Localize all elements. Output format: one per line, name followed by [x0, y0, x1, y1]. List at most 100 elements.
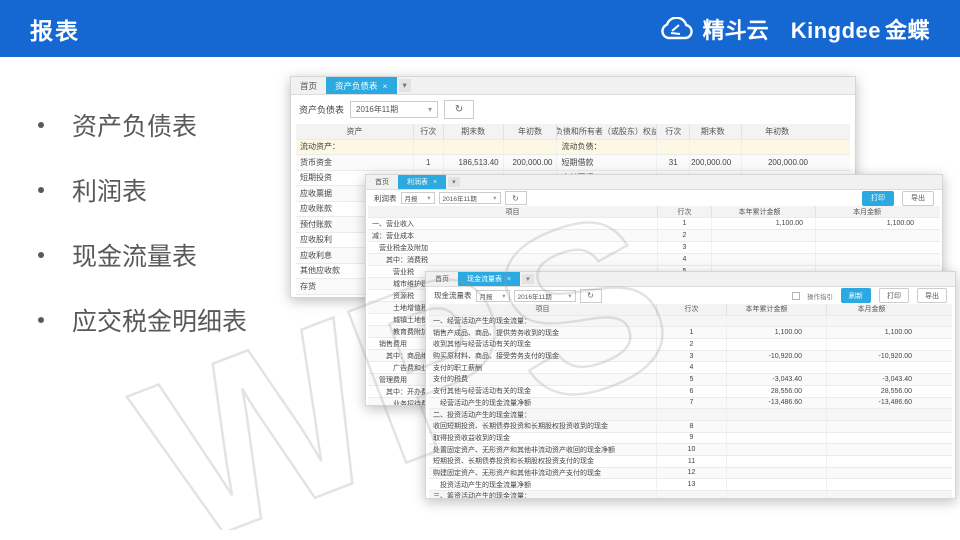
- period-select[interactable]: 2016年11期 ▾: [514, 290, 576, 302]
- table-cell: -13,486.60: [727, 398, 827, 409]
- period-type-value: 月报: [405, 193, 418, 203]
- list-item: 应交税金明细表: [38, 287, 247, 352]
- bullet-label: 资产负债表: [72, 107, 197, 143]
- table-cell: [827, 456, 952, 467]
- table-cell: 28,556.00: [827, 386, 952, 397]
- table-row[interactable]: 支付的税费5-3,043.40-3,043.40: [429, 374, 952, 386]
- table-cell: [727, 468, 827, 479]
- table-cell: 12: [657, 468, 727, 479]
- table-cell: 3: [658, 242, 712, 253]
- table-row[interactable]: 流动资产：流动负债：: [296, 140, 850, 156]
- report-title: 资产负债表: [299, 103, 344, 116]
- table-cell: 支付的税费: [429, 374, 657, 385]
- table-row[interactable]: 减：营业成本2: [368, 230, 940, 242]
- table-cell: 1,100.00: [816, 218, 940, 229]
- table-cell: 收到其他与经营活动有关的现金: [429, 339, 657, 350]
- bullet-icon: [38, 187, 44, 193]
- refresh-button[interactable]: ↻: [505, 191, 527, 205]
- table-row[interactable]: 取得投资收益收到的现金9: [429, 433, 952, 445]
- table-cell: [712, 254, 816, 265]
- operation-guide-checkbox[interactable]: [792, 292, 800, 300]
- table-cell: 1: [657, 327, 727, 338]
- period-type-select[interactable]: 月报 ▾: [476, 290, 510, 302]
- table-row[interactable]: 支付其他与经营活动有关的现金628,556.0028,556.00: [429, 386, 952, 398]
- refresh-button[interactable]: ↻: [444, 100, 474, 119]
- table-cell: [827, 421, 952, 432]
- chevron-down-icon: ▾: [502, 292, 505, 300]
- table-cell: [827, 444, 952, 455]
- tab-menu-icon[interactable]: ▾: [399, 79, 411, 92]
- table-row[interactable]: 处置固定资产、无形资产和其他非流动资产收回的现金净额10: [429, 444, 952, 456]
- table-row[interactable]: 收到其他与经营活动有关的现金2: [429, 339, 952, 351]
- table-row[interactable]: 销售产成品、商品、提供劳务收到的现金11,100.001,100.00: [429, 327, 952, 339]
- tab-menu-icon[interactable]: ▾: [522, 274, 534, 284]
- table-cell: [827, 409, 952, 420]
- table-cell: -13,486.60: [827, 398, 952, 409]
- tab-menu-icon[interactable]: ▾: [448, 177, 460, 187]
- table-row[interactable]: 营业税金及附加3: [368, 242, 940, 254]
- tab-balance-sheet[interactable]: 资产负债表 ×: [326, 77, 396, 94]
- table-cell: 一、营业收入: [368, 218, 658, 229]
- table-cell: -3,043.40: [727, 374, 827, 385]
- table-row[interactable]: 购建固定资产、无形资产和其他非流动资产支付的现金12: [429, 468, 952, 480]
- cashflow-window: 首页 现金流量表 × ▾ 现金流量表 月报 ▾ 2016年11期 ▾ ↻ 操作指…: [425, 271, 956, 499]
- tab-income-statement[interactable]: 利润表 ×: [398, 175, 446, 189]
- table-cell: [727, 362, 827, 373]
- tab-close-icon[interactable]: ×: [383, 81, 388, 91]
- table-cell: 减：营业成本: [368, 230, 658, 241]
- table-row[interactable]: 货币资金1186,513.40200,000.00短期借款31200,000.0…: [296, 155, 850, 171]
- table-cell: [827, 362, 952, 373]
- table-cell: [727, 316, 827, 327]
- table-row[interactable]: 投资活动产生的现金流量净额13: [429, 479, 952, 491]
- operation-guide-label: 操作指引: [807, 291, 833, 301]
- tab-cashflow[interactable]: 现金流量表 ×: [458, 272, 520, 286]
- refresh-action-button[interactable]: 刷新: [841, 288, 871, 303]
- table-cell: 购买原材料、商品、接受劳务支付的现金: [429, 351, 657, 362]
- cashflow-table: 项目行次本年累计金额本月金额一、经营活动产生的现金流量：销售产成品、商品、提供劳…: [429, 304, 952, 499]
- refresh-button[interactable]: ↻: [580, 289, 602, 303]
- table-row[interactable]: 短期投资、长期债券投资和长期股权投资支付的现金11: [429, 456, 952, 468]
- table-cell: [827, 479, 952, 490]
- period-select[interactable]: 2016年11期 ▾: [439, 192, 501, 204]
- table-row[interactable]: 其中：消费税4: [368, 254, 940, 266]
- export-button[interactable]: 导出: [917, 288, 947, 303]
- table-row[interactable]: 三、筹资活动产生的现金流量：: [429, 491, 952, 499]
- table-cell: 31: [657, 155, 690, 170]
- slide-header: 报表 精斗云 Kingdee金蝶: [0, 0, 960, 57]
- period-type-select[interactable]: 月报 ▾: [401, 192, 435, 204]
- table-cell: 1,100.00: [827, 327, 952, 338]
- print-button[interactable]: 打印: [879, 288, 909, 303]
- table-cell: [827, 433, 952, 444]
- table-cell: 经营活动产生的现金流量净额: [429, 398, 657, 409]
- table-cell: 销售产成品、商品、提供劳务收到的现金: [429, 327, 657, 338]
- column-header: 本年累计金额: [712, 206, 816, 217]
- table-row[interactable]: 一、营业收入11,100.001,100.00: [368, 218, 940, 230]
- table-cell: [827, 468, 952, 479]
- table-row[interactable]: 收回短期投资、长期债券投资和长期股权投资收到的现金8: [429, 421, 952, 433]
- table-cell: [690, 140, 742, 155]
- table-cell: [816, 242, 940, 253]
- print-button[interactable]: 打印: [862, 191, 894, 206]
- table-row[interactable]: 经营活动产生的现金流量净额7-13,486.60-13,486.60: [429, 398, 952, 410]
- tab-home[interactable]: 首页: [426, 272, 458, 286]
- tab-close-icon[interactable]: ×: [507, 276, 511, 283]
- tab-home[interactable]: 首页: [291, 77, 326, 94]
- tab-bar: 首页 现金流量表 × ▾: [426, 272, 955, 287]
- table-cell: [827, 316, 952, 327]
- export-button[interactable]: 导出: [902, 191, 934, 206]
- period-select[interactable]: 2016年11期 ▾: [350, 101, 438, 118]
- table-cell: 200,000.00: [742, 155, 850, 170]
- table-row[interactable]: 购买原材料、商品、接受劳务支付的现金3-10,920.00-10,920.00: [429, 351, 952, 363]
- table-cell: [727, 421, 827, 432]
- table-row[interactable]: 支付的职工薪酬4: [429, 362, 952, 374]
- tab-home[interactable]: 首页: [366, 175, 398, 189]
- table-cell: [727, 339, 827, 350]
- table-cell: [727, 491, 827, 499]
- table-cell: 支付其他与经营活动有关的现金: [429, 386, 657, 397]
- table-cell: 一、经营活动产生的现金流量：: [429, 316, 657, 327]
- column-header: 本月金额: [827, 304, 952, 315]
- tab-close-icon[interactable]: ×: [433, 179, 437, 186]
- table-row[interactable]: 二、投资活动产生的现金流量：: [429, 409, 952, 421]
- table-row[interactable]: 一、经营活动产生的现金流量：: [429, 316, 952, 328]
- brand-kingdee-cn: 金蝶: [885, 18, 930, 43]
